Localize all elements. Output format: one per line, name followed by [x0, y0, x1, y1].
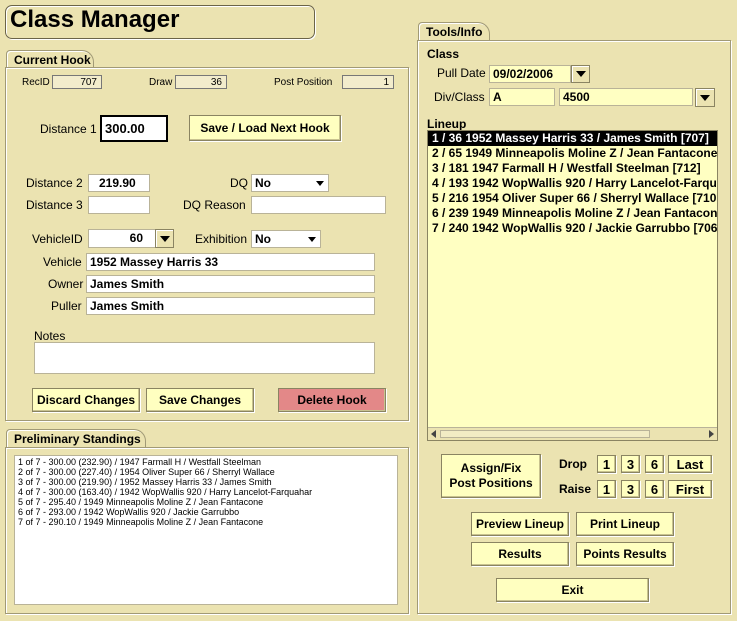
chevron-down-icon: [700, 94, 710, 101]
tab-tools-label: Tools/Info: [426, 25, 483, 39]
list-item[interactable]: 2 / 65 1949 Minneapolis Moline Z / Jean …: [428, 146, 717, 161]
points-results-button[interactable]: Points Results: [576, 542, 674, 566]
pull-date-input[interactable]: 09/02/2006: [489, 65, 571, 83]
standings-list[interactable]: 1 of 7 - 300.00 (232.90) / 1947 Farmall …: [14, 455, 398, 605]
horizontal-scrollbar[interactable]: [428, 427, 717, 440]
app-title: Class Manager: [10, 6, 180, 33]
div-input[interactable]: A: [489, 88, 555, 106]
drop-1-button[interactable]: 1: [597, 455, 616, 473]
list-item[interactable]: 5 of 7 - 295.40 / 1949 Minneapolis Molin…: [15, 497, 397, 507]
raise-1-button[interactable]: 1: [597, 480, 616, 498]
notes-label: Notes: [34, 329, 66, 343]
results-button[interactable]: Results: [471, 542, 569, 566]
drop-last-button[interactable]: Last: [668, 455, 712, 473]
notes-textarea[interactable]: [34, 342, 375, 374]
assign-fix-post-positions-button[interactable]: Assign/Fix Post Positions: [441, 454, 541, 498]
post-position-label: Post Position: [274, 77, 333, 88]
delete-hook-button[interactable]: Delete Hook: [278, 388, 386, 412]
puller-input[interactable]: James Smith: [86, 297, 375, 315]
list-item[interactable]: 7 of 7 - 290.10 / 1949 Minneapolis Molin…: [15, 517, 397, 527]
exhibition-value: No: [255, 232, 271, 246]
draw-field: 36: [175, 75, 227, 89]
list-item[interactable]: 6 of 7 - 293.00 / 1942 WopWallis 920 / J…: [15, 507, 397, 517]
scrollbar-thumb[interactable]: [440, 430, 650, 438]
list-item[interactable]: 2 of 7 - 300.00 (227.40) / 1954 Oliver S…: [15, 467, 397, 477]
divclass-label: Div/Class: [434, 90, 485, 104]
list-item[interactable]: 1 / 36 1952 Massey Harris 33 / James Smi…: [428, 131, 717, 146]
discard-changes-button[interactable]: Discard Changes: [32, 388, 140, 412]
list-item[interactable]: 4 of 7 - 300.00 (163.40) / 1942 WopWalli…: [15, 487, 397, 497]
class-dropdown[interactable]: [695, 88, 715, 107]
tab-standings-label: Preliminary Standings: [14, 432, 141, 446]
vehicleid-input[interactable]: 60: [88, 229, 156, 248]
recid-field: 707: [52, 75, 102, 89]
class-section-label: Class: [427, 47, 460, 61]
vehicle-input[interactable]: 1952 Massey Harris 33: [86, 253, 375, 271]
distance2-label: Distance 2: [26, 176, 83, 190]
distance3-input[interactable]: [88, 196, 150, 214]
chevron-down-icon: [159, 235, 170, 242]
exhibition-label: Exhibition: [195, 232, 248, 246]
save-load-next-button[interactable]: Save / Load Next Hook: [189, 115, 341, 141]
assign-line1: Assign/Fix: [460, 461, 522, 475]
tab-current-hook[interactable]: Current Hook: [6, 50, 94, 68]
distance1-label: Distance 1: [40, 122, 97, 136]
scroll-right-icon[interactable]: [709, 430, 714, 438]
vehicle-label: Vehicle: [43, 255, 82, 269]
drop-6-button[interactable]: 6: [645, 455, 664, 473]
raise-3-button[interactable]: 3: [621, 480, 640, 498]
raise-label: Raise: [559, 482, 592, 496]
tab-preliminary-standings[interactable]: Preliminary Standings: [6, 429, 146, 448]
distance3-label: Distance 3: [26, 198, 83, 212]
pull-date-label: Pull Date: [437, 66, 486, 80]
dq-reason-input[interactable]: [251, 196, 386, 214]
owner-label: Owner: [48, 277, 84, 291]
scroll-left-icon[interactable]: [431, 430, 436, 438]
chevron-down-icon: [575, 71, 586, 77]
exit-button[interactable]: Exit: [496, 578, 649, 602]
vehicleid-label: VehicleID: [32, 232, 83, 246]
raise-first-button[interactable]: First: [668, 480, 712, 498]
pull-date-dropdown[interactable]: [571, 65, 590, 83]
post-position-field: 1: [342, 75, 394, 89]
class-input[interactable]: 4500: [559, 88, 693, 106]
chevron-down-icon: [308, 237, 316, 242]
list-item[interactable]: 3 of 7 - 300.00 (219.90) / 1952 Massey H…: [15, 477, 397, 487]
distance1-input[interactable]: 300.00: [100, 115, 168, 142]
list-item[interactable]: 6 / 239 1949 Minneapolis Moline Z / Jean…: [428, 206, 717, 221]
dq-reason-label: DQ Reason: [183, 198, 246, 212]
tab-tools-info[interactable]: Tools/Info: [418, 22, 490, 41]
lineup-list[interactable]: 1 / 36 1952 Massey Harris 33 / James Smi…: [427, 130, 718, 441]
chevron-down-icon: [316, 181, 324, 186]
draw-label: Draw: [149, 77, 173, 88]
print-lineup-button[interactable]: Print Lineup: [576, 512, 674, 536]
list-item[interactable]: 5 / 216 1954 Oliver Super 66 / Sherryl W…: [428, 191, 717, 206]
distance2-input[interactable]: 219.90: [88, 174, 150, 192]
list-item[interactable]: 4 / 193 1942 WopWallis 920 / Harry Lance…: [428, 176, 717, 191]
puller-label: Puller: [51, 299, 82, 313]
list-item[interactable]: 3 / 181 1947 Farmall H / Westfall Steelm…: [428, 161, 717, 176]
exhibition-select[interactable]: No: [251, 230, 321, 248]
list-item[interactable]: 7 / 240 1942 WopWallis 920 / Jackie Garr…: [428, 221, 717, 236]
list-item[interactable]: 1 of 7 - 300.00 (232.90) / 1947 Farmall …: [15, 457, 397, 467]
dq-value: No: [255, 176, 271, 190]
dq-select[interactable]: No: [251, 174, 329, 192]
drop-label: Drop: [559, 457, 587, 471]
lineup-label: Lineup: [427, 117, 467, 131]
assign-line2: Post Positions: [449, 476, 533, 490]
drop-3-button[interactable]: 3: [621, 455, 640, 473]
raise-6-button[interactable]: 6: [645, 480, 664, 498]
save-changes-button[interactable]: Save Changes: [146, 388, 254, 412]
tab-current-hook-label: Current Hook: [14, 53, 91, 67]
dq-label: DQ: [230, 176, 248, 190]
preview-lineup-button[interactable]: Preview Lineup: [471, 512, 569, 536]
vehicleid-dropdown[interactable]: [155, 229, 174, 248]
recid-label: RecID: [22, 77, 50, 88]
owner-input[interactable]: James Smith: [86, 275, 375, 293]
